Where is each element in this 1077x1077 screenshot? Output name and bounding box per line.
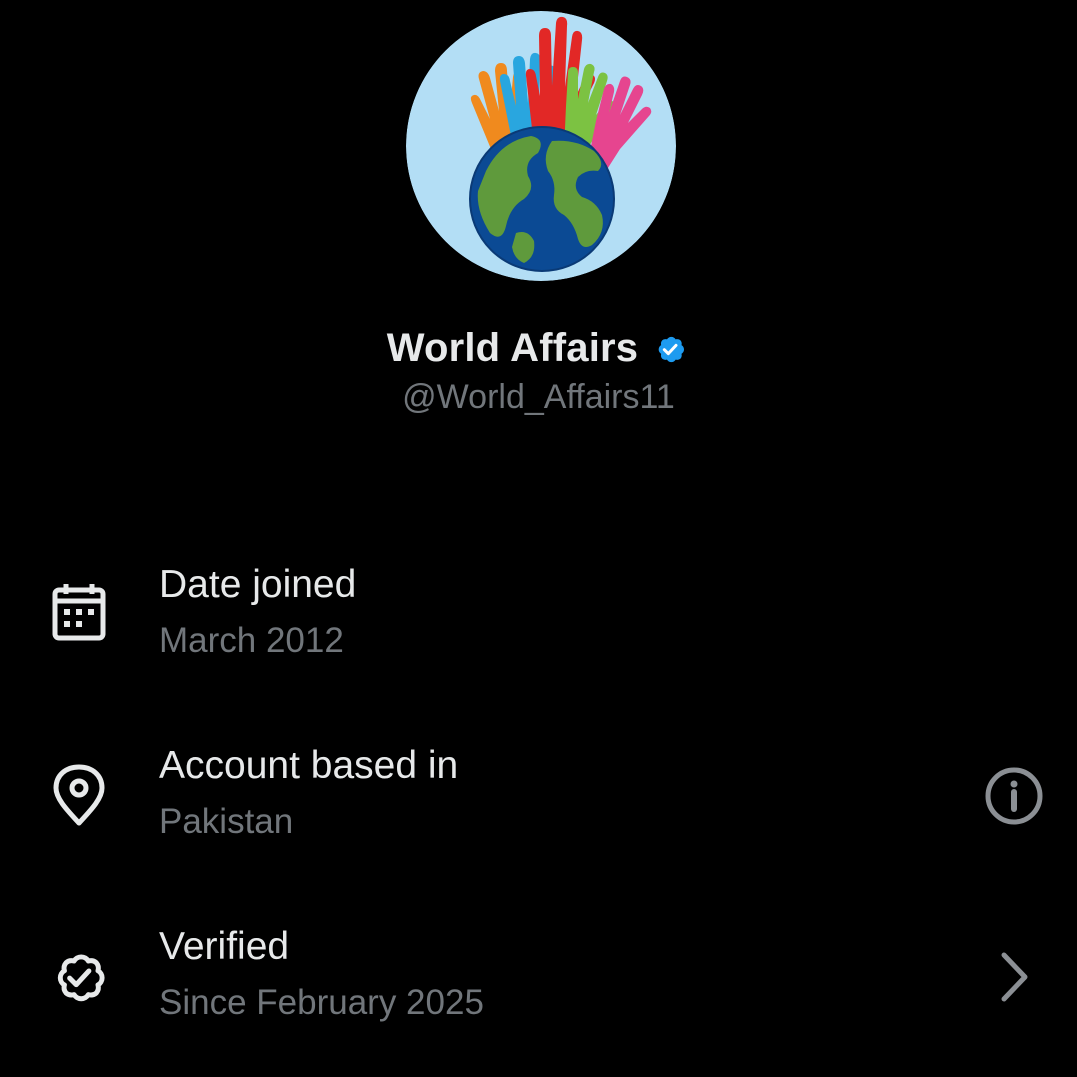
chevron-right-icon[interactable]	[981, 944, 1047, 1010]
profile-handle: @World_Affairs11	[402, 378, 675, 416]
display-name: World Affairs	[386, 326, 639, 370]
account-based-in-value: Pakistan	[159, 802, 294, 841]
calendar-icon	[46, 581, 112, 647]
account-based-in-row: Account based in Pakistan	[0, 744, 1077, 864]
account-based-in-title: Account based in	[159, 744, 459, 787]
verified-title: Verified	[159, 925, 290, 968]
verified-row[interactable]: Verified Since February 2025	[0, 925, 1077, 1045]
profile-avatar[interactable]	[406, 11, 676, 281]
date-joined-title: Date joined	[159, 563, 357, 606]
verified-value: Since February 2025	[159, 983, 484, 1022]
verified-outline-icon	[46, 944, 112, 1010]
date-joined-value: March 2012	[159, 621, 344, 660]
profile-name-row: World Affairs	[0, 326, 1077, 371]
globe-icon	[469, 126, 615, 272]
date-joined-row: Date joined March 2012	[0, 563, 1077, 683]
info-icon[interactable]	[981, 763, 1047, 829]
hands-over-globe-logo	[406, 11, 676, 281]
verified-badge-icon[interactable]	[650, 329, 690, 369]
location-pin-icon	[46, 763, 112, 829]
